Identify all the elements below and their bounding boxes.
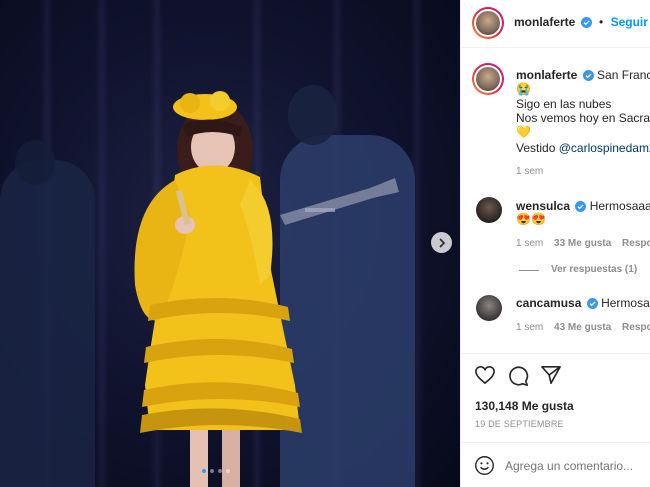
singer-figure [134, 91, 302, 487]
comment-input[interactable] [505, 456, 645, 476]
caption-username[interactable]: monlaferte [516, 68, 577, 82]
caption-prefix: Vestido [516, 141, 556, 155]
caption-emoji: 💛 [516, 125, 531, 139]
carousel-dot [218, 469, 222, 473]
view-replies-button[interactable]: Ver respuestas (1) [551, 264, 637, 275]
caption-avatar[interactable] [472, 63, 504, 95]
verified-badge-icon [586, 298, 598, 310]
post-photo[interactable] [0, 0, 460, 487]
commenter-avatar[interactable] [476, 197, 502, 223]
comment-time[interactable]: 1 sem [516, 238, 543, 249]
caption-line: Sigo en las nubes [516, 97, 612, 111]
carousel-dot [202, 469, 206, 473]
comment-text: Hermosa💛 [601, 296, 650, 310]
comment-likes[interactable]: 33 Me gusta [554, 238, 611, 249]
comment-row: cancamusa Hermosa💛 [516, 296, 650, 310]
caption-emoji: 😭 [516, 82, 531, 96]
carousel-dot [226, 469, 230, 473]
carousel-dot [210, 469, 214, 473]
comment-composer [461, 442, 650, 487]
guitarist-silhouette [0, 160, 95, 487]
curtain-fold [95, 0, 109, 487]
emoji-icon[interactable] [474, 455, 495, 476]
comment-meta: 1 sem 33 Me gusta Responder [516, 238, 650, 249]
post-date[interactable]: 19 DE SEPTIEMBRE [475, 419, 564, 429]
comment-text: Hermosaaaaa [589, 199, 650, 213]
verified-badge-icon [575, 201, 587, 213]
caption-first-line: monlaferte San Francisco [516, 68, 650, 82]
comment-emoji: 😍😍 [516, 212, 546, 226]
reply-button[interactable]: Responder [622, 238, 650, 249]
carousel-next-button[interactable] [431, 232, 452, 253]
chevron-right-icon [438, 237, 445, 248]
caption-location: San Francisco [597, 68, 650, 82]
post-header: monlaferte • Seguir [461, 0, 650, 48]
commenter-avatar[interactable] [476, 295, 502, 321]
comment-likes[interactable]: 43 Me gusta [554, 322, 611, 333]
header-username[interactable]: monlaferte [514, 15, 575, 29]
share-icon[interactable] [540, 365, 562, 385]
mention-link[interactable]: @carlospinedamx [559, 141, 650, 155]
heart-icon[interactable] [474, 365, 496, 385]
likes-count[interactable]: 130,148 Me gusta [475, 399, 574, 413]
comment-time[interactable]: 1 sem [516, 322, 543, 333]
post-sidebar: monlaferte • Seguir monlaferte San Franc… [460, 0, 650, 487]
reply-button[interactable]: Responder [622, 322, 650, 333]
guitarist-head [15, 140, 55, 185]
verified-badge-icon [582, 70, 594, 82]
caption-credit: Vestido @carlospinedamx [516, 141, 650, 155]
comment-meta: 1 sem 43 Me gusta Responder [516, 322, 650, 333]
header-user: monlaferte • Seguir [514, 15, 648, 29]
comment-icon[interactable] [507, 365, 529, 387]
comment-row: wensulca Hermosaaaaa [516, 199, 650, 213]
avatar[interactable] [472, 7, 504, 39]
carousel-indicator [202, 469, 230, 473]
comment-username[interactable]: cancamusa [516, 296, 581, 310]
verified-badge-icon [580, 17, 592, 29]
follow-button[interactable]: Seguir [611, 15, 648, 29]
caption-timestamp[interactable]: 1 sem [516, 166, 543, 177]
comment-username[interactable]: wensulca [516, 199, 570, 213]
replies-divider [519, 270, 539, 271]
caption-line: Nos vemos hoy en Sacramento [516, 111, 650, 125]
section-divider [461, 353, 650, 354]
